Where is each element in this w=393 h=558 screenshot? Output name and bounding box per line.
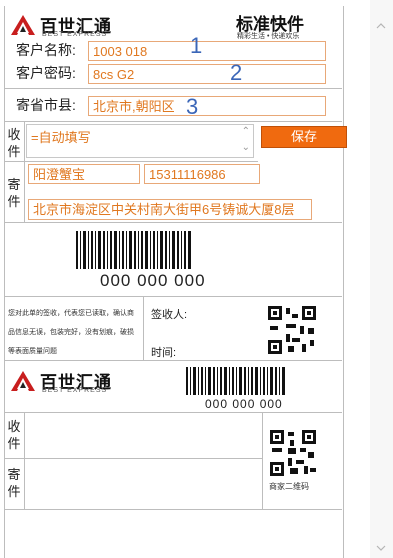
qr-code (268, 306, 316, 354)
customer-name-input[interactable]: 1003 018 (88, 41, 326, 61)
scroll-up-icon[interactable] (376, 16, 386, 29)
sign-disclaimer: 您对此单的签收，代表您已读取，确认商品信息无误，包装完好，没有划痕，破损等表面质… (8, 310, 134, 355)
stub-send-label: 寄件 (7, 467, 21, 499)
divider (4, 360, 342, 361)
stub-barcode (186, 367, 287, 395)
divider (4, 161, 258, 162)
divider (143, 296, 144, 360)
divider (4, 88, 342, 89)
best-logo-icon (11, 371, 35, 391)
receiver-textarea-text: =自动填写 (31, 130, 91, 145)
textarea-scroll-down-icon[interactable]: ⌄ (242, 142, 250, 153)
divider (4, 412, 342, 413)
best-logo-icon (11, 15, 35, 35)
logo-en-text: BEST EXPRESS (42, 31, 108, 38)
divider (24, 412, 25, 509)
origin-input[interactable]: 北京市,朝阳区 (88, 96, 326, 116)
divider (262, 412, 263, 509)
receiver-side-label: 收件 (7, 127, 21, 159)
brand-logo: 百世汇通 BEST EXPRESS (10, 12, 120, 40)
customer-name-label: 客户名称: (16, 42, 76, 58)
save-button-label: 保存 (290, 129, 317, 144)
textarea-scroll-up-icon[interactable]: ⌃ (242, 126, 250, 137)
receiver-textarea[interactable]: =自动填写 ⌃ ⌄ (26, 124, 254, 158)
divider (4, 458, 262, 459)
scroll-down-icon[interactable] (376, 538, 386, 551)
annotation-2: 2 (230, 60, 243, 85)
waybill-number: 000 000 000 (100, 271, 206, 290)
stub-waybill-number: 000 000 000 (205, 397, 283, 411)
save-button[interactable]: 保存 (261, 126, 347, 148)
divider (4, 509, 342, 510)
divider (24, 121, 25, 222)
merchant-qr-code (270, 430, 316, 476)
stub-receive-label: 收件 (7, 419, 21, 451)
annotation-3: 3 (186, 94, 199, 119)
sender-side-label: 寄件 (7, 177, 21, 209)
divider (4, 222, 342, 223)
stub-brand-logo: 百世汇通 BEST EXPRESS (10, 368, 120, 396)
customer-password-label: 客户密码: (16, 65, 76, 81)
origin-label: 寄省市县: (16, 97, 76, 113)
page-scrollbar[interactable] (370, 0, 393, 558)
logo-en-text: BEST EXPRESS (42, 387, 108, 394)
waybill-barcode (76, 231, 193, 269)
sender-address-input[interactable]: 北京市海淀区中关村南大街甲6号铸诚大厦8层 (28, 199, 312, 220)
sign-time-label: 时间: (151, 347, 177, 359)
signer-label: 签收人: (151, 309, 188, 321)
divider (4, 296, 342, 297)
sender-phone-input[interactable]: 15311116986 (144, 164, 260, 184)
sender-name-input[interactable]: 阳澄蟹宝 (28, 164, 140, 184)
customer-password-input[interactable]: 8cs G2 (88, 64, 326, 84)
annotation-1: 1 (190, 33, 203, 58)
divider (4, 121, 342, 122)
service-slogan: 精彩生活 • 快递欢乐 (237, 33, 300, 40)
merchant-qr-caption: 商家二维码 (269, 482, 309, 491)
